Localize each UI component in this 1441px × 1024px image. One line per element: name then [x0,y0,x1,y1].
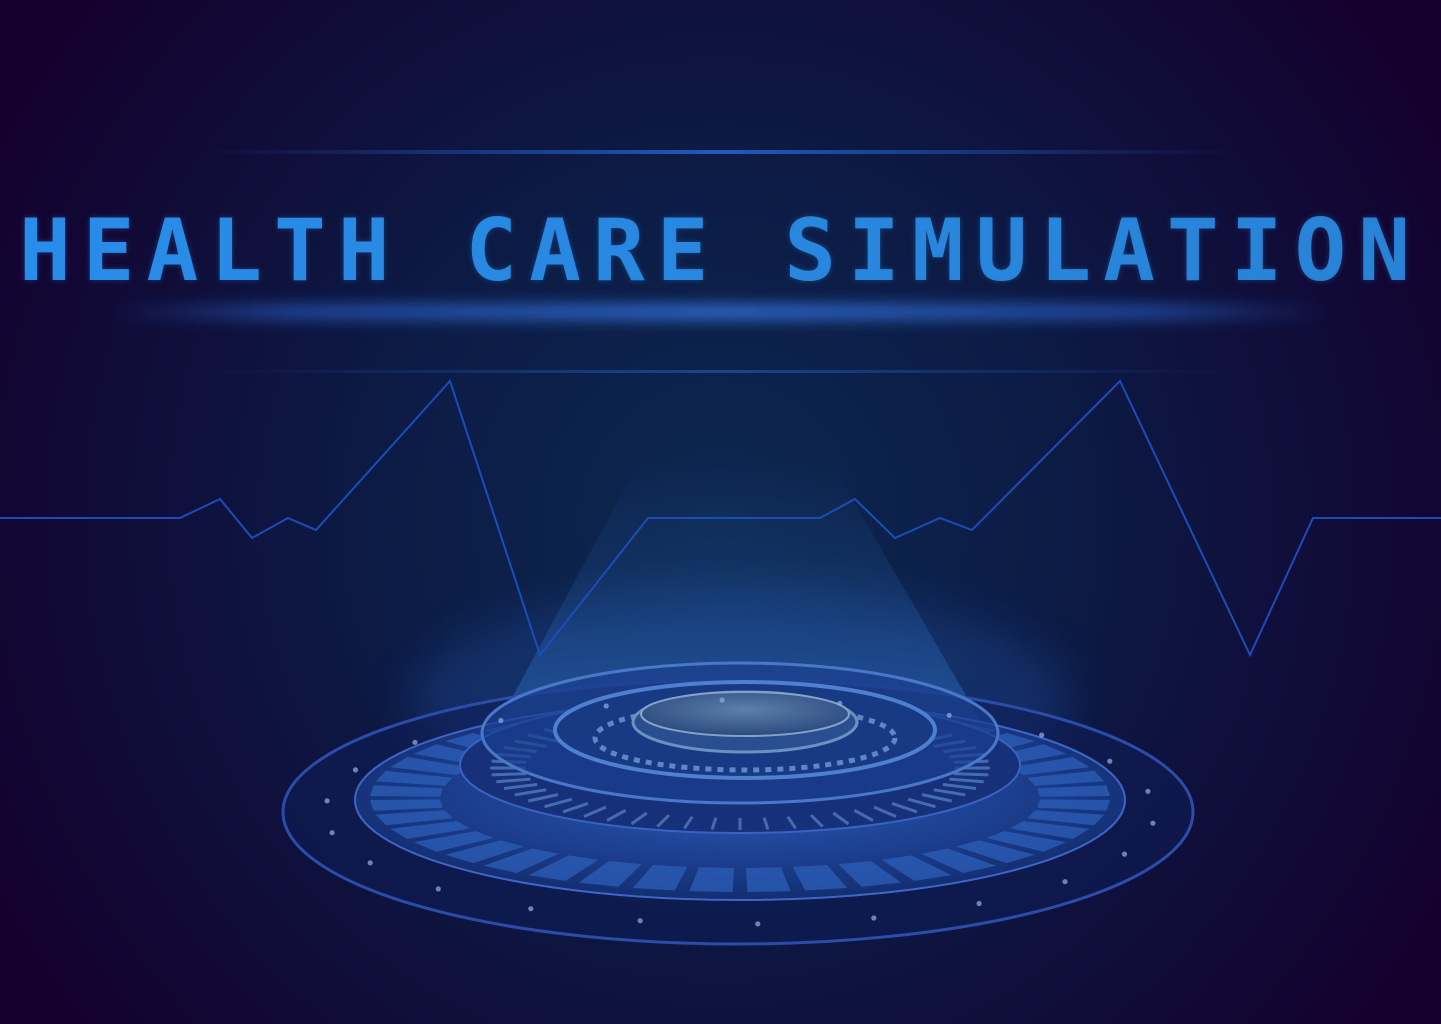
platform-light-dot [755,921,761,927]
platform-light-dot [412,739,418,745]
platform-light-dot [1039,732,1045,738]
platform-light-dot [637,918,643,924]
platform-light-dot [498,717,504,724]
platform-light-dot [837,700,843,706]
platform-light-dot [871,915,877,921]
platform-light-dot [1107,758,1113,764]
platform-light-dot [329,830,335,836]
platform-light-dot [719,697,725,703]
platform-light-dot [528,906,534,912]
game-title: HEALTH CARE SIMULATION [0,196,1441,306]
platform-light-dot [1145,788,1151,794]
platform-light-dot [1150,820,1156,826]
platform-light-dot [946,712,952,718]
platform-light-dot [352,767,359,773]
platform-light-dot [435,886,441,892]
title-halo-glow [110,304,1330,320]
platform-core [640,691,850,737]
platform-tick [953,772,989,777]
lower-divider-line [200,370,1240,373]
platform-light-dot [1121,851,1128,857]
game-title-text: HEALTH CARE SIMULATION [18,201,1423,301]
platform-light-dot [1062,879,1068,885]
title-screen-scene [0,0,1441,1024]
platform-light-dot [603,703,609,709]
platform-light-dot [324,798,330,804]
platform-tick [491,772,527,777]
top-divider-line [200,150,1240,154]
platform-light-dot [367,860,373,866]
platform-light-dot [976,900,982,907]
